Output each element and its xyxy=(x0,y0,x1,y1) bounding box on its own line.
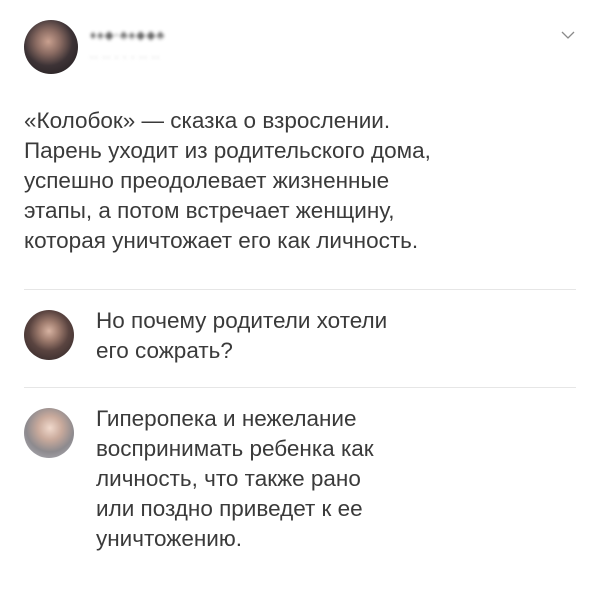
post-line: которая уничтожает его как личность. xyxy=(24,228,419,253)
divider xyxy=(24,387,576,388)
reply-line: Гиперопека и нежелание xyxy=(96,406,357,431)
reply-line: или поздно приведет к ее xyxy=(96,496,363,521)
reply-2-text: Гиперопека и нежелание воспринимать ребе… xyxy=(96,404,374,554)
author-info: ♦♠◆·♣♠◆◆♣ ·· ·· · · · ·· ·· xyxy=(90,28,165,63)
author-avatar[interactable] xyxy=(24,20,78,74)
post-header: ♦♠◆·♣♠◆◆♣ ·· ·· · · · ·· ·· xyxy=(24,20,580,76)
reply-1-avatar[interactable] xyxy=(24,310,74,360)
post-line: этапы, а потом встречает женщину, xyxy=(24,198,395,223)
author-name[interactable]: ♦♠◆·♣♠◆◆♣ xyxy=(90,28,165,42)
divider xyxy=(24,289,576,290)
reply-line: личность, что также рано xyxy=(96,466,361,491)
post-line: успешно преодолевает жизненные xyxy=(24,168,390,193)
reply-line: Но почему родители хотели xyxy=(96,308,388,333)
reply-line: уничтожению. xyxy=(96,526,242,551)
post-body: «Колобок» — сказка о взрослении. Парень … xyxy=(24,106,574,256)
author-meta: ·· ·· · · · ·· ·· xyxy=(90,52,161,63)
chevron-down-icon[interactable] xyxy=(560,28,576,40)
reply-line: его сожрать? xyxy=(96,338,233,363)
reply-line: воспринимать ребенка как xyxy=(96,436,374,461)
post-line: Парень уходит из родительского дома, xyxy=(24,138,431,163)
post-line: «Колобок» — сказка о взрослении. xyxy=(24,108,391,133)
reply-2-avatar[interactable] xyxy=(24,408,74,458)
reply-1-text: Но почему родители хотели его сожрать? xyxy=(96,306,387,366)
